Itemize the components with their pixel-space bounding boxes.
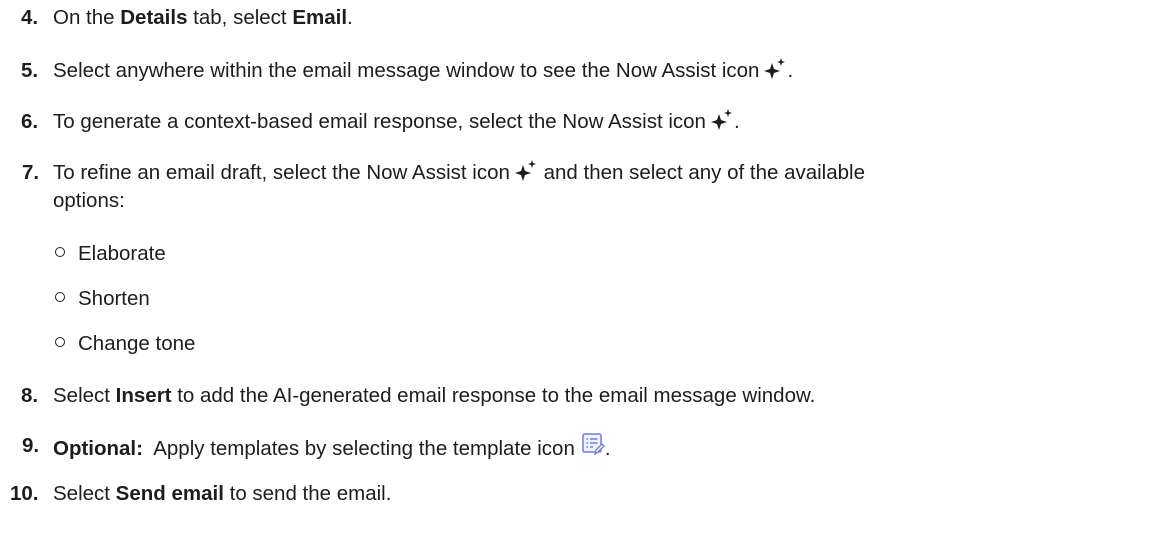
step-number: 7.: [22, 161, 40, 184]
step-text-part: and then select any of the available: [537, 161, 865, 184]
step-text: Select Insert to add the AI-generated em…: [53, 382, 815, 410]
step-text-continued: options:: [53, 189, 125, 212]
option-list-item: Change tone: [55, 330, 195, 358]
step-text-part: to add the AI-generated email response t…: [171, 384, 816, 407]
insert-label: Insert: [115, 384, 172, 407]
option-label: Elaborate: [78, 242, 166, 265]
option-list-item: Elaborate: [55, 240, 166, 268]
optional-label: Optional:: [53, 437, 143, 460]
now-assist-sparkle-icon: [514, 160, 536, 181]
step-text: To refine an email draft, select the Now…: [53, 159, 865, 187]
details-tab-label: Details: [120, 6, 188, 29]
send-email-label: Send email: [115, 482, 224, 505]
step-text: Select Send email to send the email.: [53, 480, 391, 508]
step-number: 5.: [21, 59, 39, 82]
step-text-part: to send the email.: [223, 482, 392, 505]
step-number: 10.: [10, 482, 39, 505]
step-text-part: tab, select: [187, 6, 293, 29]
step-text-part: .: [787, 59, 794, 82]
step-text-part: Select: [53, 384, 116, 407]
option-list-item: Shorten: [55, 285, 150, 313]
bullet-circle-icon: [55, 292, 65, 302]
step-number: 9.: [22, 434, 40, 457]
step-text-part: To refine an email draft, select the Now…: [53, 161, 510, 184]
now-assist-sparkle-icon: [710, 109, 732, 130]
step-text: Optional: Apply templates by selecting t…: [53, 432, 611, 463]
step-text-part: To generate a context-based email respon…: [53, 110, 706, 133]
step-text-part: On the: [53, 6, 121, 29]
step-text-part: Apply templates by selecting the templat…: [142, 437, 575, 460]
option-label: Change tone: [78, 332, 196, 355]
step-number: 8.: [21, 384, 39, 407]
template-icon: [582, 433, 605, 456]
step-text-part: Select: [53, 482, 116, 505]
step-text: Select anywhere within the email message…: [53, 57, 793, 85]
step-text: To generate a context-based email respon…: [53, 108, 740, 136]
step-text-part: .: [604, 437, 611, 460]
step-number: 4.: [21, 6, 39, 29]
bullet-circle-icon: [55, 247, 65, 257]
step-text: On the Details tab, select Email.: [53, 4, 353, 32]
bullet-circle-icon: [55, 337, 65, 347]
email-label: Email: [292, 6, 348, 29]
step-number: 6.: [21, 110, 39, 133]
step-text-part: .: [733, 110, 740, 133]
option-label: Shorten: [78, 287, 150, 310]
step-text-part: .: [347, 6, 353, 29]
now-assist-sparkle-icon: [764, 58, 786, 79]
step-text-part: Select anywhere within the email message…: [53, 59, 760, 82]
